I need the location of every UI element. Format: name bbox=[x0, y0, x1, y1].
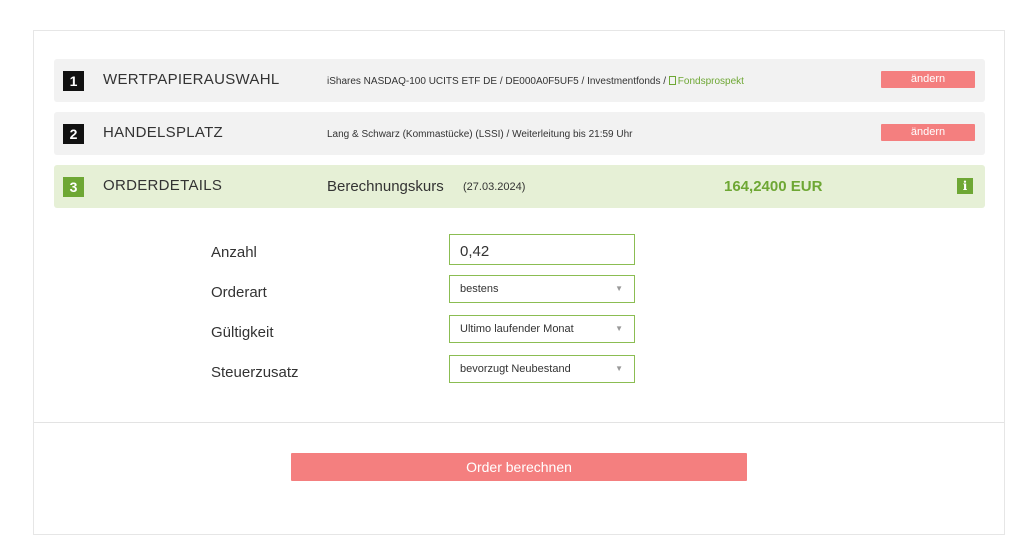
step-number-3: 3 bbox=[63, 177, 84, 197]
tax-select[interactable]: bevorzugt Neubestand ▼ bbox=[449, 355, 635, 383]
step-number-1: 1 bbox=[63, 71, 84, 91]
chevron-down-icon: ▼ bbox=[615, 364, 623, 373]
step-number-2: 2 bbox=[63, 124, 84, 144]
step-title-order-details: ORDERDETAILS bbox=[103, 177, 223, 194]
step-trading-venue: 2 HANDELSPLATZ Lang & Schwarz (Kommastüc… bbox=[54, 112, 985, 155]
quantity-input[interactable]: 0,42 bbox=[449, 234, 635, 265]
order-card: 1 WERTPAPIERAUSWAHL iShares NASDAQ-100 U… bbox=[33, 30, 1005, 535]
order-type-label: Orderart bbox=[211, 284, 267, 301]
document-icon bbox=[668, 76, 676, 85]
calculation-price-label: Berechnungskurs bbox=[327, 178, 444, 195]
change-security-button[interactable]: ändern bbox=[881, 71, 975, 88]
step-title-trading-venue: HANDELSPLATZ bbox=[103, 124, 224, 141]
chevron-down-icon: ▼ bbox=[615, 324, 623, 333]
tax-value: bevorzugt Neubestand bbox=[460, 363, 571, 375]
chevron-down-icon: ▼ bbox=[615, 284, 623, 293]
quantity-value: 0,42 bbox=[460, 243, 490, 260]
step-security-selection: 1 WERTPAPIERAUSWAHL iShares NASDAQ-100 U… bbox=[54, 59, 985, 102]
validity-label: Gültigkeit bbox=[211, 324, 274, 341]
security-info: iShares NASDAQ-100 UCITS ETF DE / DE000A… bbox=[327, 76, 744, 87]
change-venue-button[interactable]: ändern bbox=[881, 124, 975, 141]
order-type-select[interactable]: bestens ▼ bbox=[449, 275, 635, 303]
validity-value: Ultimo laufender Monat bbox=[460, 323, 574, 335]
section-divider bbox=[34, 422, 1004, 423]
calculate-order-button[interactable]: Order berechnen bbox=[291, 453, 747, 481]
info-icon[interactable]: i bbox=[957, 178, 973, 194]
validity-select[interactable]: Ultimo laufender Monat ▼ bbox=[449, 315, 635, 343]
calculation-date: (27.03.2024) bbox=[463, 181, 526, 193]
tax-label: Steuerzusatz bbox=[211, 364, 299, 381]
trading-venue-info: Lang & Schwarz (Kommastücke) (LSSI) / We… bbox=[327, 129, 633, 140]
security-info-text: iShares NASDAQ-100 UCITS ETF DE / DE000A… bbox=[327, 76, 669, 87]
order-type-value: bestens bbox=[460, 283, 499, 295]
step-title-security-selection: WERTPAPIERAUSWAHL bbox=[103, 71, 280, 88]
fund-prospectus-link[interactable]: Fondsprospekt bbox=[668, 76, 744, 87]
step-order-details: 3 ORDERDETAILS Berechnungskurs (27.03.20… bbox=[54, 165, 985, 208]
fund-prospectus-label: Fondsprospekt bbox=[677, 76, 744, 87]
calculation-price-value: 164,2400 EUR bbox=[724, 178, 823, 195]
quantity-label: Anzahl bbox=[211, 244, 257, 261]
